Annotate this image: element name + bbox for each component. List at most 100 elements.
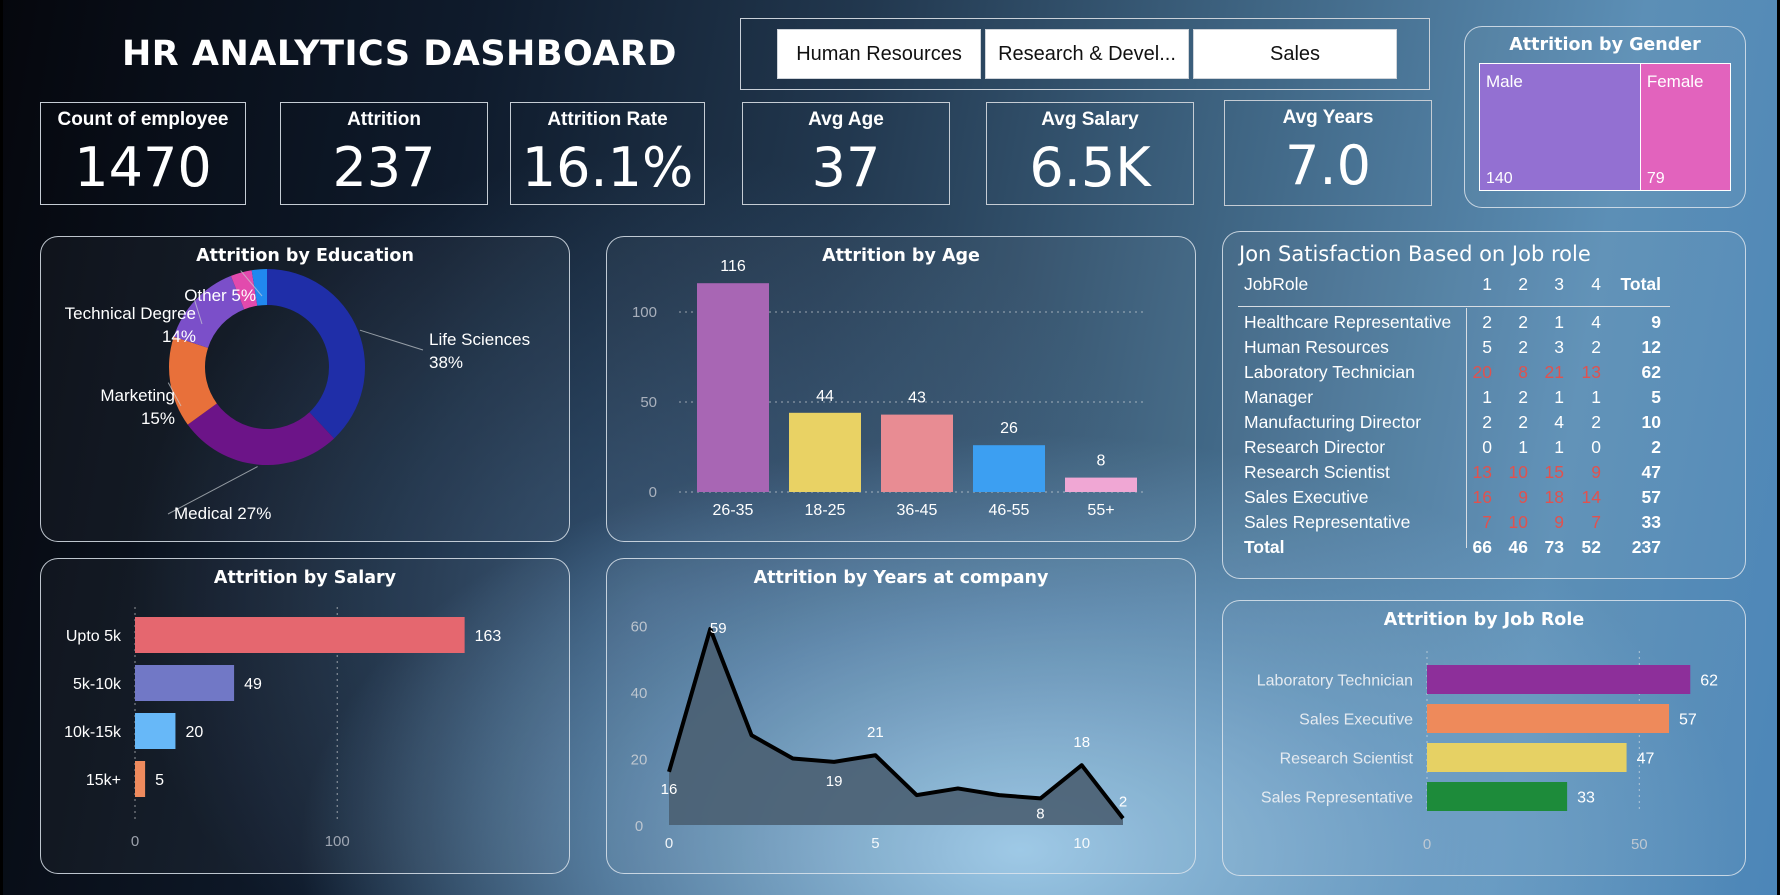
bar-value-label: 49	[244, 676, 262, 693]
matrix-cell: 66	[1472, 537, 1492, 557]
column-header[interactable]: 3	[1540, 274, 1564, 295]
point-value-label: 16	[661, 781, 678, 798]
kpi-attrition-rate: Attrition Rate 16.1%	[510, 102, 705, 205]
bar-upto-5k[interactable]	[135, 617, 465, 653]
row-label: Manager	[1244, 387, 1314, 407]
bar-research-scientist[interactable]	[1427, 743, 1627, 772]
matrix-cell: 10	[1508, 512, 1528, 532]
bar-18-25[interactable]	[789, 412, 861, 492]
matrix-row[interactable]: Sales Representative 7 10 9 7 33	[1238, 512, 1668, 537]
column-header[interactable]: JobRole	[1244, 274, 1308, 295]
department-slicer: Human Resources Research & Devel... Sale…	[740, 18, 1430, 90]
x-tick-label: 36-45	[897, 502, 938, 519]
matrix-cell: 5	[1482, 337, 1492, 357]
treemap-tile-male[interactable]: Male 140	[1480, 64, 1640, 190]
point-value-label: 59	[710, 620, 727, 637]
matrix-cell: 13	[1472, 462, 1492, 482]
slice-label: Other 5%	[184, 286, 256, 305]
matrix-cell: 4	[1554, 412, 1564, 432]
matrix-cell: 1	[1554, 387, 1564, 407]
bar-value-label: 116	[720, 258, 746, 275]
matrix-cell: 8	[1518, 362, 1528, 382]
matrix-cell: 13	[1581, 362, 1601, 382]
y-tick-label: Laboratory Technician	[1257, 673, 1413, 690]
matrix-cell: 0	[1482, 437, 1492, 457]
bar-value-label: 26	[1000, 420, 1018, 437]
column-header[interactable]: Total	[1611, 274, 1661, 295]
bar-36-45[interactable]	[881, 414, 953, 492]
bar-value-label: 20	[185, 724, 203, 741]
matrix-total-cell: 2	[1651, 437, 1661, 457]
matrix-row[interactable]: Sales Executive 16 9 18 14 57	[1238, 487, 1668, 512]
dashboard-title: HR ANALYTICS DASHBOARD	[122, 34, 677, 74]
column-header[interactable]: 2	[1504, 274, 1528, 295]
treemap-tile-female[interactable]: Female 79	[1639, 64, 1730, 190]
matrix-header: JobRole 1 2 3 4 Total	[1238, 274, 1668, 299]
matrix-row[interactable]: Manufacturing Director 2 2 4 2 10	[1238, 412, 1668, 437]
matrix-cell: 2	[1518, 412, 1528, 432]
matrix-total-row: Total 66 46 73 52 237	[1238, 537, 1668, 562]
bar-laboratory-technician[interactable]	[1427, 665, 1691, 694]
slicer-option-research-development[interactable]: Research & Devel...	[985, 29, 1189, 79]
bar-5k-10k[interactable]	[135, 665, 235, 701]
matrix-row[interactable]: Laboratory Technician 20 8 21 13 62	[1238, 362, 1668, 387]
point-value-label: 8	[1036, 805, 1044, 822]
x-tick-label: 100	[325, 833, 350, 850]
jobrole-chart-card: Attrition by Job Role 0 50 Laboratory Tech…	[1222, 600, 1746, 876]
kpi-count-of-employee: Count of employee 1470	[40, 102, 246, 205]
row-label: Laboratory Technician	[1244, 362, 1415, 382]
matrix-row[interactable]: Research Scientist 13 10 15 9 47	[1238, 462, 1668, 487]
column-header[interactable]: 4	[1577, 274, 1601, 295]
gender-chart-card: Attrition by Gender Male 140 Female 79	[1464, 26, 1746, 208]
slice-percent: 38%	[429, 353, 463, 372]
bar-value-label: 47	[1637, 751, 1655, 768]
y-tick-label: Upto 5k	[66, 628, 122, 645]
bar-15k[interactable]	[135, 761, 146, 797]
x-tick-label: 0	[665, 835, 673, 852]
slicer-option-sales[interactable]: Sales	[1193, 29, 1397, 79]
kpi-attrition: Attrition 237	[280, 102, 488, 205]
matrix-total-cell: 62	[1641, 362, 1661, 382]
bar-sales-representative[interactable]	[1427, 782, 1568, 811]
kpi-label: Avg Years	[1282, 107, 1374, 128]
matrix-cell: 52	[1581, 537, 1601, 557]
salary-chart-card: Attrition by Salary 0 100 Upto 5k 163 5k-10k…	[40, 558, 570, 874]
bar-sales-executive[interactable]	[1427, 704, 1670, 733]
bar-10k-15k[interactable]	[135, 713, 176, 749]
matrix-cell: 2	[1591, 412, 1601, 432]
x-tick-label: 0	[1423, 836, 1431, 853]
slicer-option-human-resources[interactable]: Human Resources	[777, 29, 981, 79]
donut-slice-life-sciences[interactable]	[267, 269, 365, 439]
bar-55[interactable]	[1065, 477, 1137, 492]
bar-46-55[interactable]	[973, 445, 1045, 492]
kpi-label: Avg Age	[808, 109, 884, 130]
y-tick-label: 100	[632, 304, 657, 321]
matrix-cell: 1	[1518, 437, 1528, 457]
area-fill	[669, 628, 1123, 825]
x-tick-label: 46-55	[989, 502, 1030, 519]
matrix-total-cell: 5	[1651, 387, 1661, 407]
matrix-cell: 0	[1591, 437, 1601, 457]
bar-26-35[interactable]	[697, 283, 769, 492]
row-label: Healthcare Representative	[1244, 312, 1452, 332]
education-chart-card: Attrition by Education Life Sciences 38% M…	[40, 236, 570, 542]
matrix-row[interactable]: Manager 1 2 1 1 5	[1238, 387, 1668, 412]
matrix-cell: 1	[1591, 387, 1601, 407]
bar-value-label: 57	[1679, 712, 1697, 729]
slice-label: Medical 27%	[174, 504, 271, 523]
row-label: Manufacturing Director	[1244, 412, 1422, 432]
point-value-label: 2	[1119, 793, 1127, 810]
bar-value-label: 5	[155, 772, 164, 789]
slice-label: Technical Degree	[65, 304, 196, 323]
y-tick-label: 20	[631, 752, 648, 769]
y-tick-label: 15k+	[86, 772, 121, 789]
matrix-row[interactable]: Healthcare Representative 2 2 1 4 9	[1238, 312, 1668, 337]
kpi-avg-salary: Avg Salary 6.5K	[986, 102, 1194, 205]
matrix-cell: 7	[1591, 512, 1601, 532]
matrix-row[interactable]: Research Director 0 1 1 0 2	[1238, 437, 1668, 462]
column-header[interactable]: 1	[1468, 274, 1492, 295]
kpi-value: 7.0	[1285, 134, 1371, 197]
matrix-row[interactable]: Human Resources 5 2 3 2 12	[1238, 337, 1668, 362]
x-tick-label: 5	[871, 835, 879, 852]
matrix-cell: 2	[1518, 312, 1528, 332]
